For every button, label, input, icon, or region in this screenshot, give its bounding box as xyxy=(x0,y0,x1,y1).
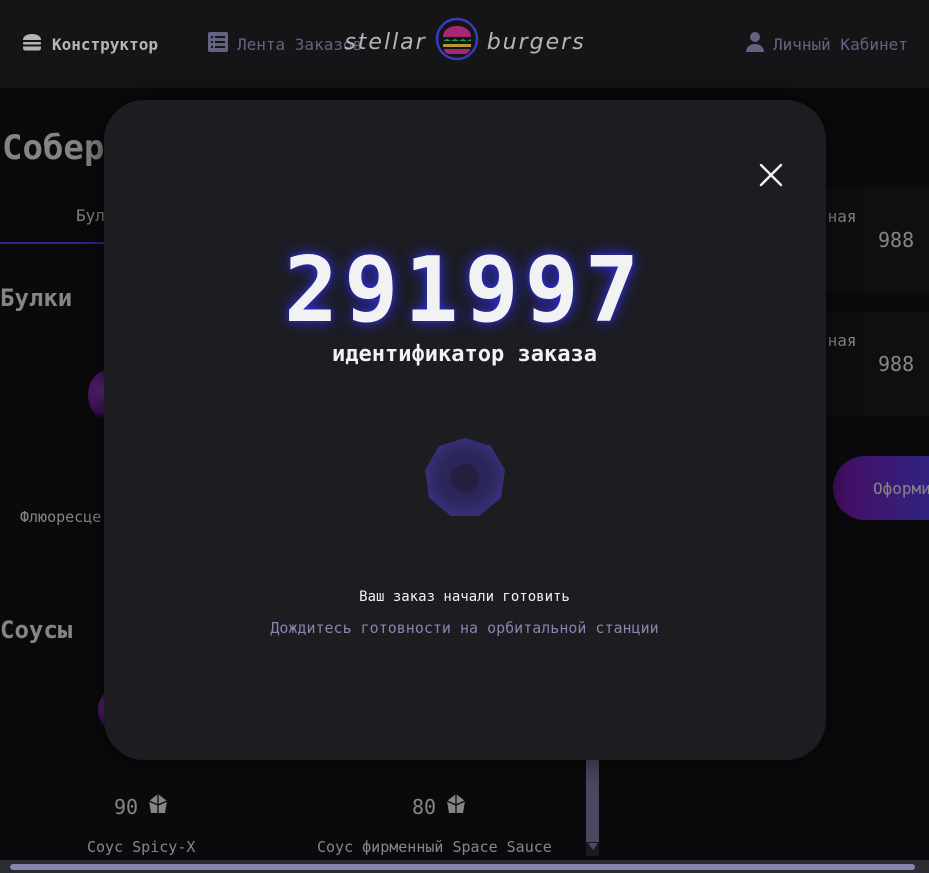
order-number-caption: идентификатор заказа xyxy=(332,342,597,367)
order-accepted-icon xyxy=(423,436,507,520)
order-status-text: Ваш заказ начали готовить xyxy=(359,589,570,605)
order-number: 291997 xyxy=(283,238,646,343)
page-horizontal-scroll-thumb[interactable] xyxy=(10,864,915,870)
header-dim-overlay xyxy=(0,0,929,88)
order-hint-text: Дождитесь готовности на орбитальной стан… xyxy=(270,619,659,637)
close-icon[interactable] xyxy=(758,162,784,188)
order-details-modal xyxy=(104,100,826,760)
